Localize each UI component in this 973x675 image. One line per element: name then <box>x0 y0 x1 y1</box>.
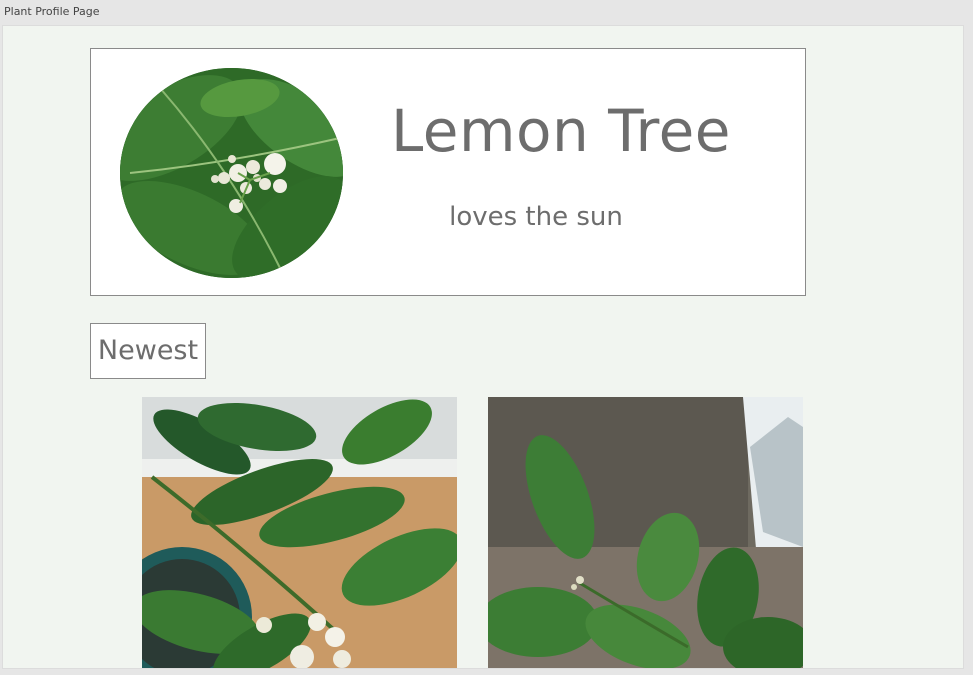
newest-section-heading: Newest <box>90 323 206 379</box>
profile-avatar <box>120 68 343 278</box>
plant-tagline: loves the sun <box>449 202 623 232</box>
lemon-blossom-icon <box>120 68 343 278</box>
window-title-bar: Plant Profile Page <box>0 0 973 24</box>
photo-card-1[interactable] <box>142 397 457 668</box>
profile-header-card: Lemon Tree loves the sun <box>90 48 806 296</box>
plant-name-title: Lemon Tree <box>390 97 731 165</box>
lemon-tree-photo-icon <box>142 397 457 668</box>
lemon-tree-photo-icon <box>488 397 803 668</box>
page-viewport[interactable]: Lemon Tree loves the sun Newest <box>2 25 964 669</box>
window-title: Plant Profile Page <box>4 5 100 18</box>
photo-card-2[interactable] <box>488 397 803 668</box>
